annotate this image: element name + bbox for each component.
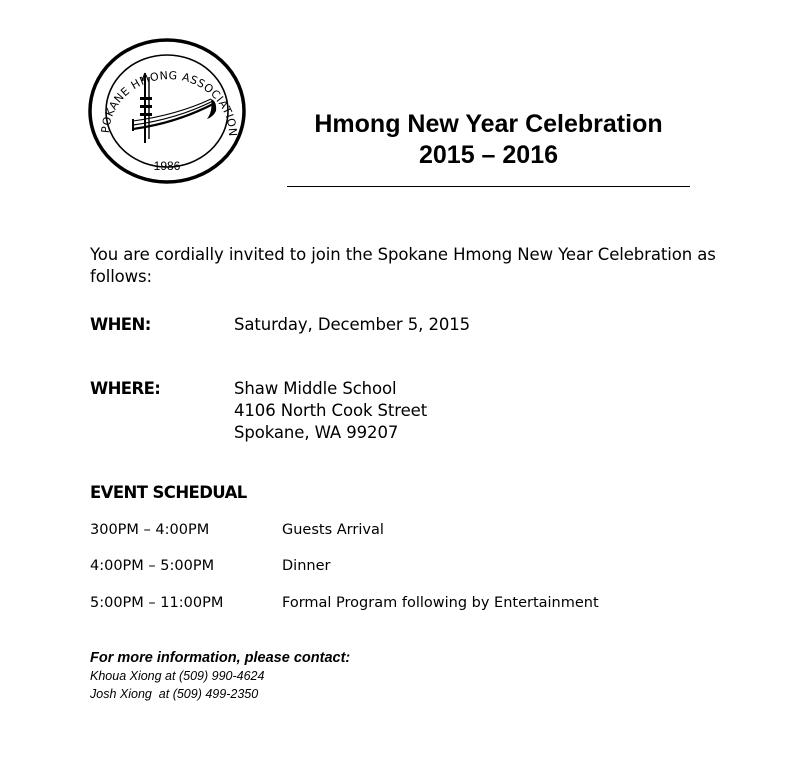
schedule-event: Guests Arrival — [282, 522, 384, 538]
title-divider — [287, 186, 690, 187]
title-line-1: Hmong New Year Celebration — [314, 110, 663, 138]
logo-year: 1986 — [154, 159, 181, 173]
invitation-text: You are cordially invited to join the Sp… — [90, 245, 716, 286]
schedule-time: 5:00PM – 11:00PM — [90, 595, 224, 611]
address-line-2: 4106 North Cook Street — [234, 401, 428, 420]
schedule-heading: EVENT SCHEDUAL — [90, 483, 247, 502]
where-label: WHERE: — [90, 379, 161, 398]
schedule-time: 4:00PM – 5:00PM — [90, 558, 215, 574]
contact-line-1: Khoua Xiong at (509) 990-4624 — [90, 669, 265, 683]
schedule-event: Dinner — [282, 558, 331, 574]
schedule-row: 300PM – 4:00PM Guests Arrival — [90, 520, 690, 540]
schedule-time: 300PM – 4:00PM — [90, 522, 210, 538]
contact-line-2: Josh Xiong at (509) 499-2350 — [90, 687, 259, 701]
spokane-hmong-association-logo: SPOKANE HMONG ASSOCIATION 1986 — [87, 37, 246, 184]
schedule-row: 5:00PM – 11:00PM Formal Program followin… — [90, 593, 690, 613]
when-label: WHEN: — [90, 315, 151, 334]
where-address: Shaw Middle School 4106 North Cook Stree… — [234, 378, 427, 444]
title-line-2: 2015 – 2016 — [418, 141, 559, 169]
contact-heading: For more information, please contact: — [90, 650, 351, 666]
address-line-1: Shaw Middle School — [234, 379, 397, 398]
schedule-event: Formal Program following by Entertainmen… — [282, 595, 599, 611]
when-value: Saturday, December 5, 2015 — [234, 315, 471, 334]
schedule-row: 4:00PM – 5:00PM Dinner — [90, 556, 690, 576]
address-line-3: Spokane, WA 99207 — [234, 423, 399, 442]
event-title: Hmong New Year Celebration 2015 – 2016 — [287, 109, 690, 171]
